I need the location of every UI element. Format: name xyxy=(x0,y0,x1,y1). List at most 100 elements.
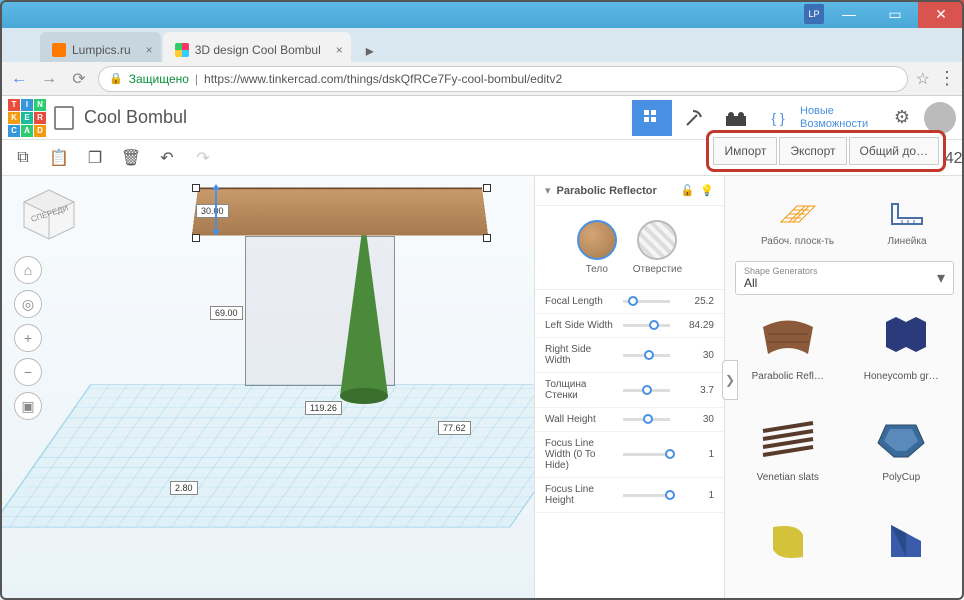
design-name[interactable]: Cool Bombul xyxy=(84,107,632,128)
hole-option[interactable]: Отверстие xyxy=(633,220,682,275)
window-titlebar: LP — ▭ ✕ xyxy=(0,0,964,28)
view-cube[interactable]: СПЕРЕДИ xyxy=(14,182,84,242)
ruler-tool[interactable]: Линейка xyxy=(886,196,928,247)
height-arrow-icon xyxy=(206,184,226,236)
browser-tabstrip: Lumpics.ru × 3D design Cool Bombul × ▸ xyxy=(0,28,964,62)
workplane-icon xyxy=(777,198,819,230)
shape-card[interactable] xyxy=(735,508,841,590)
fit-view-button[interactable]: ◎ xyxy=(14,290,42,318)
reload-button[interactable]: ⟳ xyxy=(68,69,90,89)
dimension-label[interactable]: 2.80 xyxy=(170,481,198,495)
property-value[interactable]: 1 xyxy=(678,449,714,460)
property-row: Right Side Width 30 xyxy=(535,338,724,373)
property-value[interactable]: 30 xyxy=(678,350,714,361)
property-slider[interactable] xyxy=(623,389,670,392)
dimension-label[interactable]: 69.00 xyxy=(210,306,243,320)
import-button[interactable]: Импорт xyxy=(713,137,777,165)
delete-button[interactable]: 🗑 xyxy=(118,145,144,171)
cone-shape[interactable] xyxy=(340,216,388,396)
favicon-icon xyxy=(175,43,189,57)
view-grid-button[interactable] xyxy=(632,100,672,136)
property-slider[interactable] xyxy=(623,494,670,497)
window-close-button[interactable]: ✕ xyxy=(918,0,964,28)
shape-card[interactable]: PolyCup xyxy=(849,406,955,499)
shape-card[interactable]: Parabolic Refl… xyxy=(735,305,841,398)
zoom-in-button[interactable]: + xyxy=(14,324,42,352)
property-slider[interactable] xyxy=(623,453,670,456)
lock-icon: 🔒 xyxy=(109,72,123,85)
property-row: Focus Line Height 1 xyxy=(535,478,724,513)
property-row: Left Side Width 84.29 xyxy=(535,314,724,338)
paste-button[interactable]: 📋 xyxy=(46,145,72,171)
dimension-label[interactable]: 119.26 xyxy=(305,401,342,415)
redo-button[interactable]: ↷ xyxy=(190,145,216,171)
browser-menu-button[interactable]: ⋮ xyxy=(938,68,956,89)
tab-tinkercad[interactable]: 3D design Cool Bombul × xyxy=(163,32,351,62)
selection-handle[interactable] xyxy=(192,234,200,242)
hole-label: Отверстие xyxy=(633,264,682,275)
zoom-out-button[interactable]: − xyxy=(14,358,42,386)
property-slider[interactable] xyxy=(623,300,670,303)
shape-thumbnail xyxy=(743,406,833,470)
pickaxe-button[interactable] xyxy=(674,100,714,136)
browser-addressbar: ← → ⟳ 🔒 Защищено | https://www.tinkercad… xyxy=(0,62,964,96)
home-view-button[interactable]: ⌂ xyxy=(14,256,42,284)
window-maximize-button[interactable]: ▭ xyxy=(872,0,918,28)
tab-lumpics[interactable]: Lumpics.ru × xyxy=(40,32,161,62)
3d-viewport[interactable]: СПЕРЕДИ ⌂ ◎ + − ▣ 30.00 69.00 119.26 77.… xyxy=(0,176,534,600)
property-row: Толщина Стенки 3.7 xyxy=(535,373,724,408)
bookmark-star-icon[interactable]: ☆ xyxy=(916,69,930,89)
workplane-tool[interactable]: Рабоч. плоск-ть xyxy=(761,196,834,247)
export-button[interactable]: Экспорт xyxy=(779,137,846,165)
property-row: Focus Line Width (0 To Hide) 1 xyxy=(535,432,724,478)
forward-button[interactable]: → xyxy=(38,70,60,88)
property-value[interactable]: 3.7 xyxy=(678,385,714,396)
duplicate-button[interactable]: ❐ xyxy=(82,145,108,171)
dimension-label[interactable]: 77.62 xyxy=(438,421,471,435)
property-slider[interactable] xyxy=(623,354,670,357)
ortho-button[interactable]: ▣ xyxy=(14,392,42,420)
property-value[interactable]: 1 xyxy=(678,490,714,501)
selection-handle[interactable] xyxy=(192,184,200,192)
secure-label: Защищено xyxy=(129,72,189,86)
shape-card[interactable]: Venetian slats xyxy=(735,406,841,499)
chevron-down-icon[interactable]: ▾ xyxy=(545,184,551,197)
tinkercad-logo[interactable]: TIN KER CAD xyxy=(8,99,46,137)
shape-card[interactable]: Honeycomb gr… xyxy=(849,305,955,398)
property-slider[interactable] xyxy=(623,324,670,327)
selection-handle[interactable] xyxy=(483,184,491,192)
property-value[interactable]: 84.29 xyxy=(678,320,714,331)
import-export-group: Импорт Экспорт Общий до… xyxy=(706,130,946,172)
solid-option[interactable]: Тело xyxy=(577,220,617,275)
workplane-grid xyxy=(0,385,534,528)
close-icon[interactable]: × xyxy=(146,43,153,57)
user-avatar[interactable] xyxy=(924,102,956,134)
shape-name: PolyCup xyxy=(882,472,920,483)
favicon-icon xyxy=(52,43,66,57)
main-area: СПЕРЕДИ ⌂ ◎ + − ▣ 30.00 69.00 119.26 77.… xyxy=(0,176,964,600)
property-value[interactable]: 30 xyxy=(678,414,714,425)
window-minimize-button[interactable]: — xyxy=(826,0,872,28)
bulb-icon[interactable]: 💡 xyxy=(700,184,714,197)
panel-collapse-handle[interactable]: ❯ xyxy=(722,360,738,400)
undo-button[interactable]: ↶ xyxy=(154,145,180,171)
property-slider[interactable] xyxy=(623,418,670,421)
selection-handle[interactable] xyxy=(483,234,491,242)
shape-card[interactable] xyxy=(849,508,955,590)
hole-swatch xyxy=(637,220,677,260)
lock-icon[interactable]: 🔓 xyxy=(681,184,695,197)
parabolic-reflector-shape[interactable] xyxy=(192,187,488,235)
property-label: Focus Line Height xyxy=(545,484,615,506)
share-button[interactable]: Общий до… xyxy=(849,137,940,165)
back-button[interactable]: ← xyxy=(8,70,30,88)
target-icon: ◎ xyxy=(22,296,34,313)
shape-thumbnail xyxy=(743,508,833,572)
close-icon[interactable]: × xyxy=(336,43,343,57)
news-link[interactable]: НовыеВозможности xyxy=(800,105,880,129)
copy-button[interactable]: ⧉ xyxy=(10,145,36,171)
new-tab-button[interactable]: ▸ xyxy=(357,40,383,62)
shape-category-select[interactable]: Shape Generators All ▾ xyxy=(735,261,954,295)
omnibox[interactable]: 🔒 Защищено | https://www.tinkercad.com/t… xyxy=(98,66,908,92)
property-value[interactable]: 25.2 xyxy=(678,296,714,307)
shape-thumbnail xyxy=(856,508,946,572)
